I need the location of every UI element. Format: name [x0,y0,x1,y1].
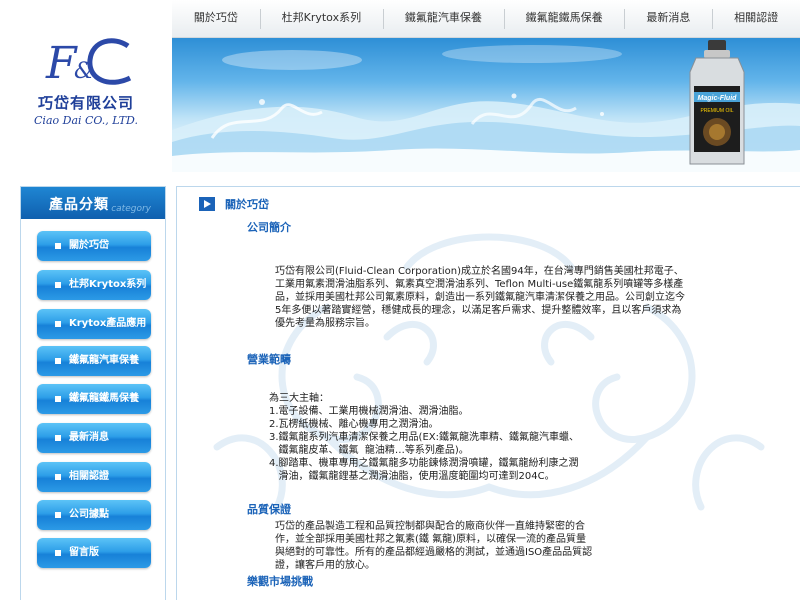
bullet-icon [55,321,61,327]
bullet-icon [55,396,61,402]
nav-car-care[interactable]: 鐵氟龍汽車保養 [382,0,504,37]
logo-area[interactable]: F & 巧岱有限公司 Ciao Dai CO., LTD. [0,0,172,172]
bullet-icon [55,243,61,249]
breadcrumb-current: 關於巧岱 [225,198,269,211]
sidebar-item-label: 最新消息 [69,432,109,443]
section-title-intro: 公司簡介 [247,221,291,234]
sidebar-item-label: 鐵氟龍汽車保養 [69,355,139,366]
intro-paragraph: 巧岱有限公司(Fluid-Clean Corporation)成立於名國94年，… [275,265,715,330]
business-line: 2.瓦楞紙機械、離心機專用之潤滑油。 [269,419,439,430]
business-line: 為三大主軸： [269,393,329,404]
sidebar-item-certification[interactable]: 相關認證 [37,462,151,492]
product-sub-label: PREMIUM OIL [700,108,733,114]
sidebar-header: 產品分類 category [21,187,165,219]
section-title-market: 樂觀市場挑戰 [247,575,313,588]
sidebar-title: 產品分類 [49,197,109,213]
intro-line: 優先考量為服務宗旨。 [275,318,375,329]
product-label: Magic-Fluid [698,95,738,102]
sidebar-item-label: 杜邦Krytox系列 [69,279,147,290]
company-name: 巧岱有限公司 [37,94,134,112]
sidebar-item-locations[interactable]: 公司據點 [37,500,151,530]
quality-paragraph: 巧岱的產品製造工程和品質控制都與配合的廠商伙伴一直維持緊密的合 作，並全部採用美… [275,520,715,572]
product-bottle: Magic-Fluid PREMIUM OIL [689,40,745,165]
sidebar-item-bike-care[interactable]: 鐵氟龍鐵馬保養 [37,384,151,414]
intro-line: 5年多便以著踏實經營，穩健成長的理念，以滿足客戶需求、提升整體效率，且以客戶須求… [275,305,682,316]
banner-image: Magic-Fluid PREMIUM OIL [172,38,800,172]
intro-line: 巧岱有限公司(Fluid-Clean Corporation)成立於名國94年，… [275,266,684,277]
business-line: 3.鐵氟龍系列汽車清潔保養之用品(EX:鐵氟龍洗車精、鐵氟龍汽車蠟、 [269,432,579,443]
nav-bike-care[interactable]: 鐵氟龍鐵馬保養 [503,0,625,37]
business-line: 滑油，鐵氟龍鋰基之潤滑油脂，使用溫度範圍均可達到204C。 [269,471,555,482]
business-line: 鐵氟龍皮革、鐵氟 龍油精…等系列產品)。 [269,445,469,456]
section-title-business: 營業範疇 [247,353,291,366]
quality-line: 與絕對的可靠性。所有的產品都經過嚴格的測試，並通過ISO產品品質認 [275,547,593,558]
sidebar: 產品分類 category 關於巧岱 杜邦Krytox系列 Krytox產品應用… [20,186,166,600]
sidebar-item-krytox[interactable]: 杜邦Krytox系列 [37,270,151,300]
bullet-icon [55,435,61,441]
sidebar-item-label: 公司據點 [69,509,109,520]
quality-line: 證，讓客戶用的放心。 [275,560,375,571]
breadcrumb: 關於巧岱 [199,196,269,212]
nav-krytox[interactable]: 杜邦Krytox系列 [259,0,383,37]
sidebar-item-label: 相關認證 [69,471,109,482]
business-line: 4.腳踏車、機車專用之鐵氟龍多功能鍊條潤滑噴罐，鐵氟龍紛利康之潤 [269,458,579,469]
company-logo: F & [45,38,132,89]
water-splash-illustration: Magic-Fluid PREMIUM OIL [172,40,800,172]
quality-line: 巧岱的產品製造工程和品質控制都與配合的廠商伙伴一直維持緊密的合 [275,521,585,532]
main-content: 關於巧岱 公司簡介 巧岱有限公司(Fluid-Clean Corporation… [176,186,800,600]
sidebar-item-label: 留言版 [69,547,99,558]
arrow-right-icon [199,197,215,211]
nav-about[interactable]: 關於巧岱 [172,0,260,37]
sidebar-item-label: 鐵氟龍鐵馬保養 [69,393,139,404]
intro-line: 工業用氟素潤滑油脂系列、氟素真空潤滑油系列、Teflon Multi-use鐵氟… [275,279,684,290]
quality-line: 作，並全部採用美國杜邦之氟素(鐵 氟龍)原料，以確保一流的產品質量 [275,534,586,545]
business-line: 1.電子設備、工業用機械潤滑油、潤滑油脂。 [269,406,469,417]
sidebar-item-news[interactable]: 最新消息 [37,423,151,453]
sidebar-item-car-care[interactable]: 鐵氟龍汽車保養 [37,346,151,376]
top-navigation: 關於巧岱 杜邦Krytox系列 鐵氟龍汽車保養 鐵氟龍鐵馬保養 最新消息 相關認… [172,0,800,38]
sidebar-subtitle: category [111,204,151,214]
bullet-icon [55,512,61,518]
intro-line: 品，並採用美國杜邦公司氟素原料，創造出一系列鐵氟龍汽車清潔保養之用品。公司創立迄… [275,292,685,303]
nav-news[interactable]: 最新消息 [624,0,712,37]
bullet-icon [55,550,61,556]
sidebar-item-label: Krytox產品應用 [69,318,147,329]
nav-certification[interactable]: 相關認證 [712,0,800,37]
sidebar-item-about[interactable]: 關於巧岱 [37,231,151,261]
bullet-icon [55,282,61,288]
sidebar-item-guestbook[interactable]: 留言版 [37,538,151,568]
business-list: 為三大主軸： 1.電子設備、工業用機械潤滑油、潤滑油脂。 2.瓦楞紙機械、離心機… [269,392,709,483]
section-title-quality: 品質保證 [247,503,291,516]
bullet-icon [55,474,61,480]
bullet-icon [55,358,61,364]
sidebar-item-krytox-applications[interactable]: Krytox產品應用 [37,309,151,339]
company-name-english: Ciao Dai CO., LTD. [34,114,138,127]
sidebar-item-label: 關於巧岱 [69,240,109,251]
